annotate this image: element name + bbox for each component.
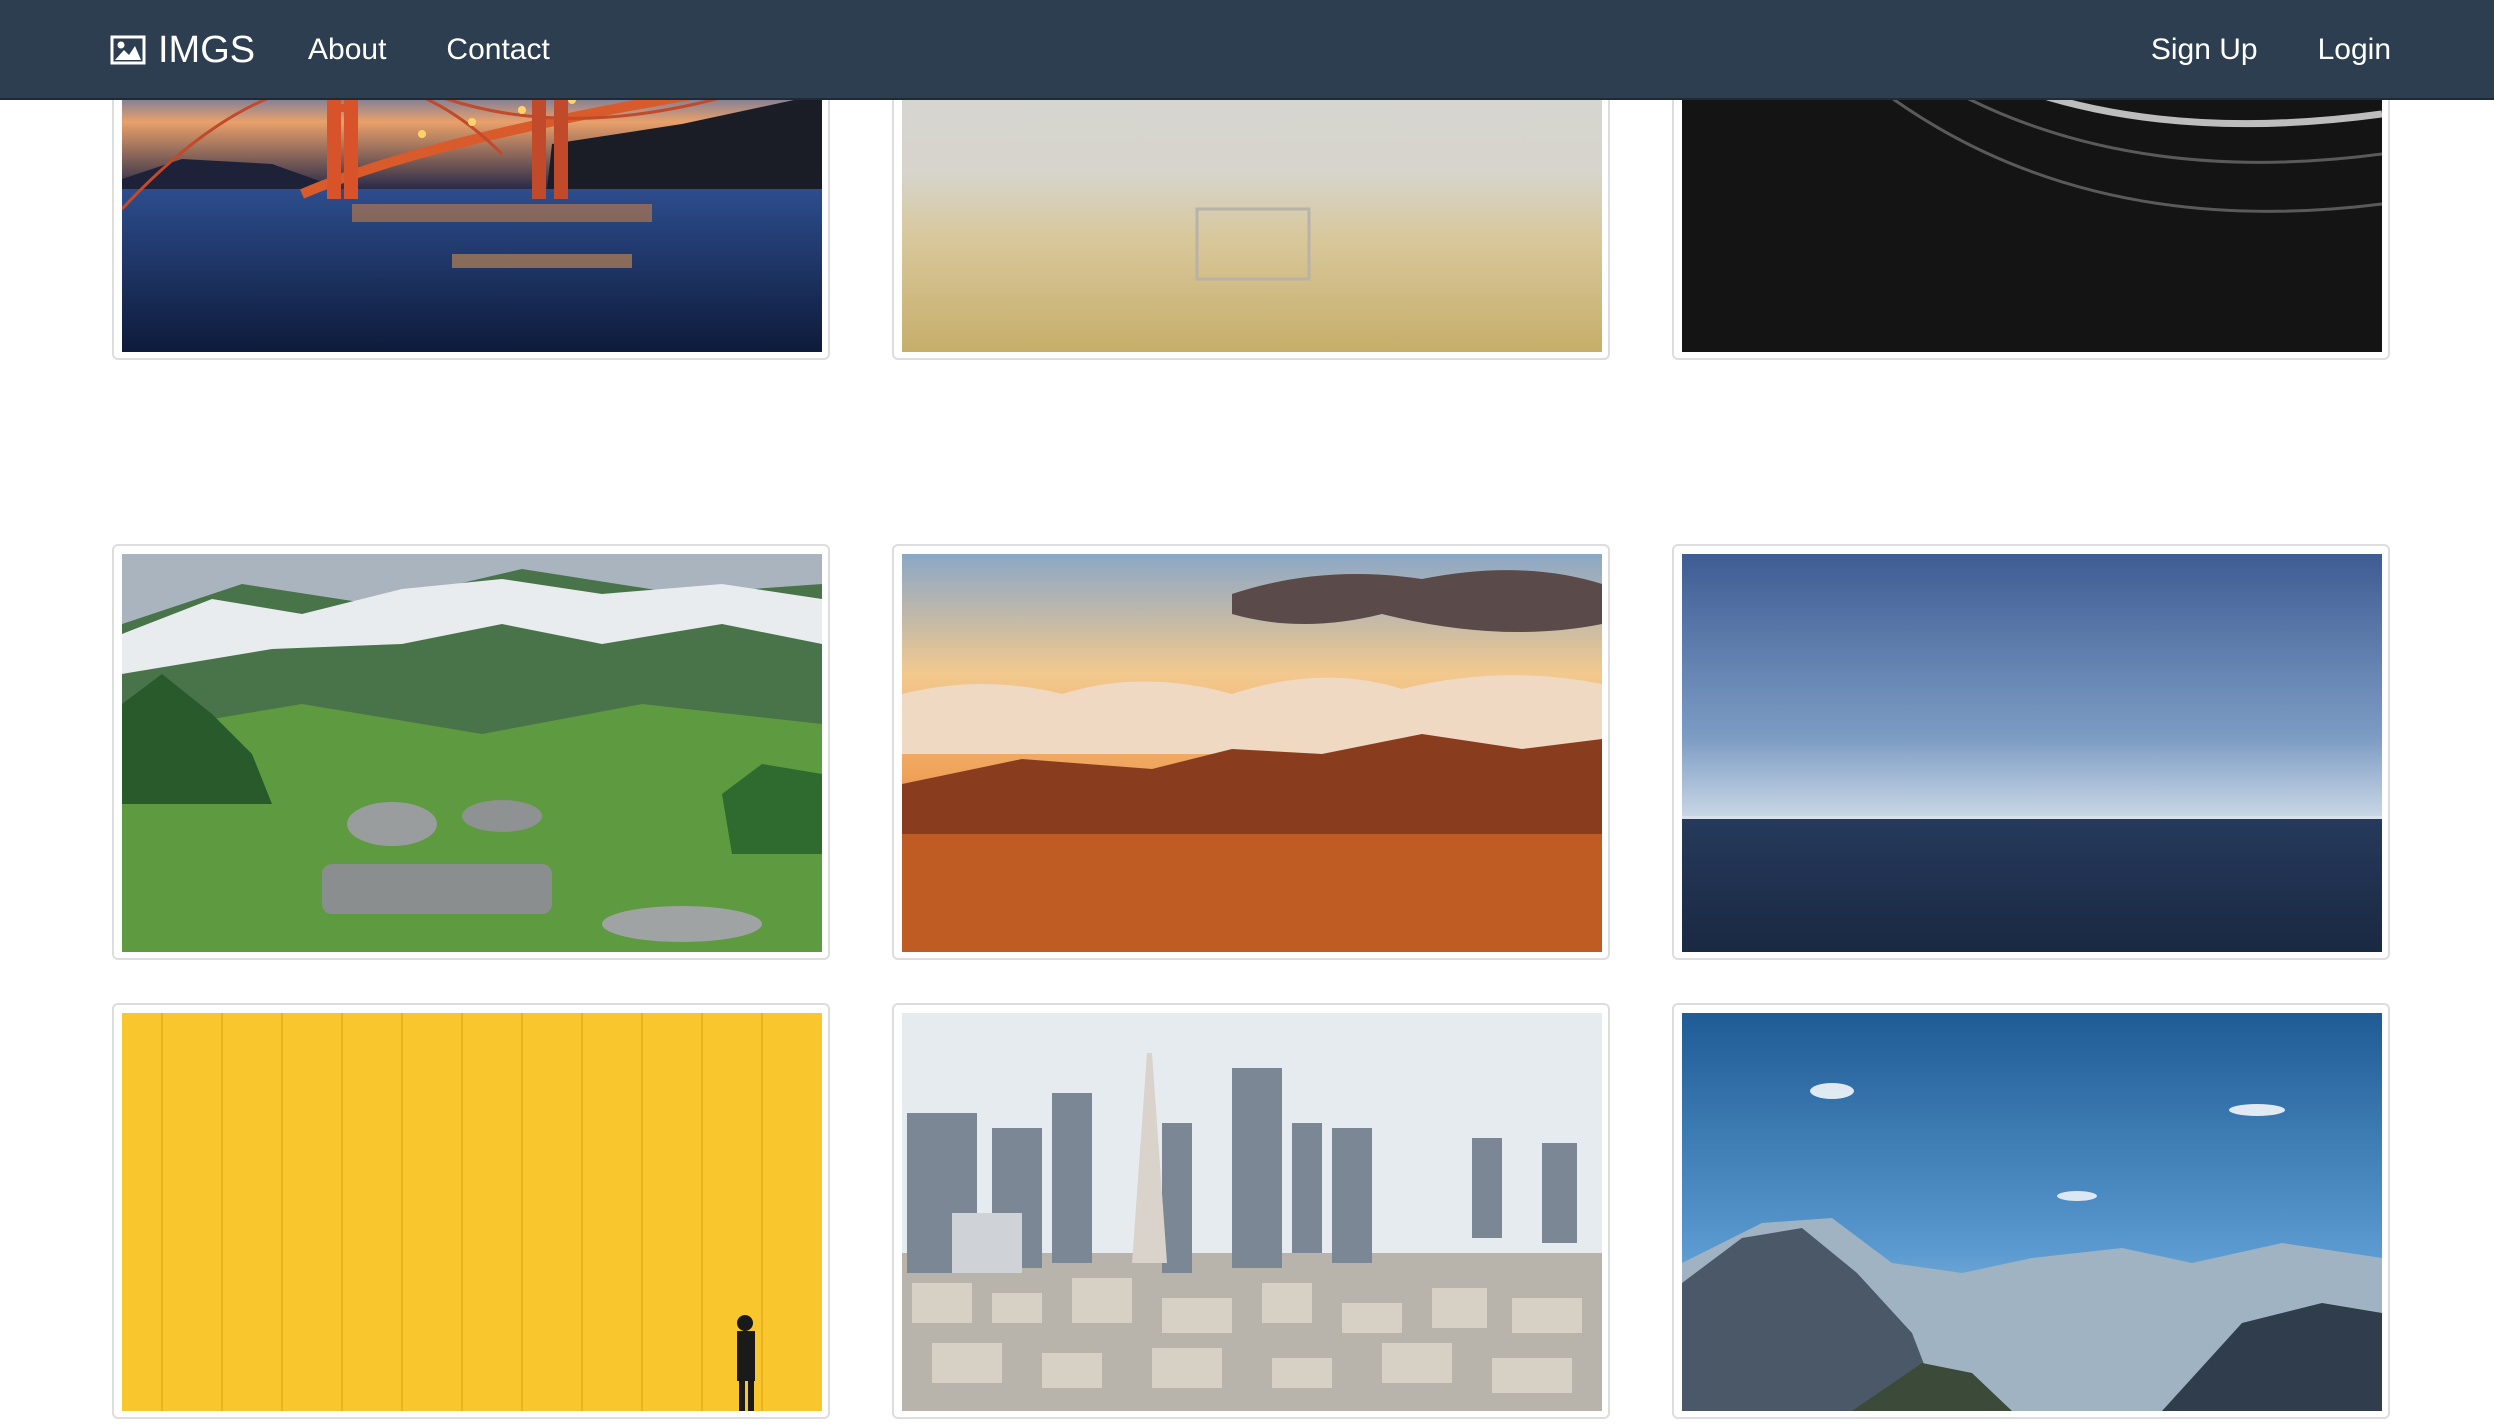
brand-label: IMGS	[158, 28, 256, 71]
brand-link[interactable]: IMGS	[110, 0, 255, 100]
nav-signup-link[interactable]: Sign Up	[2151, 33, 2258, 67]
city-skyline-photo	[902, 1013, 1602, 1411]
blue-sky-mountains-photo	[1682, 1013, 2382, 1411]
yellow-wall-person-photo	[122, 1013, 822, 1411]
nav-login-link[interactable]: Login	[2318, 33, 2391, 67]
image-icon	[110, 35, 146, 65]
calm-sea-horizon-photo	[1682, 554, 2382, 952]
thumbnail-yellow-wall[interactable]	[112, 1003, 830, 1419]
nav-about-link[interactable]: About	[308, 33, 386, 67]
green-mountain-valley-photo	[122, 554, 822, 952]
sunset-clouds-mountains-photo	[902, 554, 1602, 952]
top-navbar: IMGS About Contact Sign Up Login	[0, 0, 2494, 100]
thumbnail-mountain-valley[interactable]	[112, 544, 830, 960]
nav-contact-link[interactable]: Contact	[446, 33, 549, 67]
thumbnail-calm-sea[interactable]	[1672, 544, 2390, 960]
nav-left-group: About Contact	[308, 0, 610, 100]
thumbnail-city-skyline[interactable]	[892, 1003, 1610, 1419]
thumbnail-sunset-clouds[interactable]	[892, 544, 1610, 960]
nav-right-group: Sign Up Login	[2091, 0, 2391, 100]
thumbnail-blue-sky-mountains[interactable]	[1672, 1003, 2390, 1419]
